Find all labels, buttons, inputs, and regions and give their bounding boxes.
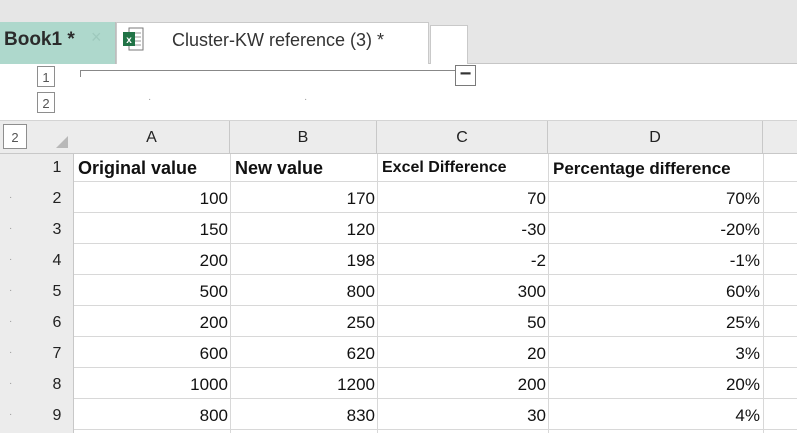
outline-dot: · — [9, 223, 13, 234]
outline-dot: · — [9, 347, 13, 358]
column-header-d[interactable]: D — [548, 121, 763, 154]
cell-c6[interactable]: 50 — [377, 313, 546, 333]
cell-c1[interactable]: Excel Difference — [382, 159, 507, 177]
row-header-6[interactable]: 6 — [40, 314, 74, 332]
tab-book1-label: Book1 * — [4, 29, 75, 50]
cell-a7[interactable]: 600 — [74, 344, 228, 364]
grid-line — [74, 336, 797, 337]
cell-c7[interactable]: 20 — [377, 344, 546, 364]
cell-c4[interactable]: -2 — [377, 251, 546, 271]
cell-d9[interactable]: 4% — [548, 406, 760, 426]
outline-dot: · — [148, 94, 152, 105]
outline-area: 1 2 − · · — [0, 64, 797, 121]
cell-c8[interactable]: 200 — [377, 375, 546, 395]
cell-a9[interactable]: 800 — [74, 406, 228, 426]
grid-line — [74, 398, 797, 399]
grid-line — [74, 367, 797, 368]
outline-dot: · — [9, 378, 13, 389]
grid-line — [74, 429, 797, 430]
cell-b5[interactable]: 800 — [230, 282, 375, 302]
group-bracket-line — [80, 70, 455, 71]
cell-b6[interactable]: 250 — [230, 313, 375, 333]
cell-d2[interactable]: 70% — [548, 189, 760, 209]
outline-level-1-button[interactable]: 1 — [37, 66, 55, 87]
cell-a1[interactable]: Original value — [78, 158, 197, 179]
svg-text:x: x — [126, 35, 132, 46]
row-outline-level-2-button[interactable]: 2 — [3, 124, 27, 149]
cell-b9[interactable]: 830 — [230, 406, 375, 426]
row-header-5[interactable]: 5 — [40, 283, 74, 301]
cell-b3[interactable]: 120 — [230, 220, 375, 240]
cell-a5[interactable]: 500 — [74, 282, 228, 302]
outline-dot: · — [9, 254, 13, 265]
row-outline-gutter — [0, 154, 40, 433]
cell-a8[interactable]: 1000 — [74, 375, 228, 395]
outline-dot: · — [9, 285, 13, 296]
grid-line — [74, 274, 797, 275]
cell-c2[interactable]: 70 — [377, 189, 546, 209]
excel-file-icon: x — [123, 27, 144, 51]
select-all-corner[interactable] — [56, 136, 68, 148]
cell-b8[interactable]: 1200 — [230, 375, 375, 395]
cell-a6[interactable]: 200 — [74, 313, 228, 333]
row-header-7[interactable]: 7 — [40, 345, 74, 363]
cell-b1[interactable]: New value — [235, 158, 323, 179]
row-header-2[interactable]: 2 — [40, 190, 74, 208]
row-header-8[interactable]: 8 — [40, 376, 74, 394]
cell-d8[interactable]: 20% — [548, 375, 760, 395]
tab-book1[interactable]: Book1 * × — [0, 22, 116, 64]
cell-a2[interactable]: 100 — [74, 189, 228, 209]
column-header-c[interactable]: C — [377, 121, 548, 154]
cell-d5[interactable]: 60% — [548, 282, 760, 302]
tab-bar: Book1 * × x Cluster-KW reference (3) * — [0, 0, 797, 64]
cell-b4[interactable]: 198 — [230, 251, 375, 271]
grid-line — [763, 154, 764, 433]
cell-c3[interactable]: -30 — [377, 220, 546, 240]
cell-d1[interactable]: Percentage difference — [553, 159, 731, 179]
outline-dot: · — [304, 94, 308, 105]
cell-a4[interactable]: 200 — [74, 251, 228, 271]
row-header-9[interactable]: 9 — [40, 407, 74, 425]
cell-d7[interactable]: 3% — [548, 344, 760, 364]
grid-line — [74, 305, 797, 306]
tab-cluster-kw-reference[interactable]: x Cluster-KW reference (3) * — [116, 22, 429, 64]
grid-line — [74, 181, 797, 182]
row-header-1[interactable]: 1 — [40, 159, 74, 177]
outline-dot: · — [9, 316, 13, 327]
cell-d6[interactable]: 25% — [548, 313, 760, 333]
outline-dot: · — [9, 409, 13, 420]
column-header-b[interactable]: B — [230, 121, 377, 154]
cell-d3[interactable]: -20% — [548, 220, 760, 240]
row-header-3[interactable]: 3 — [40, 221, 74, 239]
collapse-group-button[interactable]: − — [455, 64, 476, 86]
tab-cluster-kw-label: Cluster-KW reference (3) * — [172, 30, 385, 50]
cell-a3[interactable]: 150 — [74, 220, 228, 240]
cell-c9[interactable]: 30 — [377, 406, 546, 426]
grid-line — [74, 243, 797, 244]
cell-c5[interactable]: 300 — [377, 282, 546, 302]
cell-b7[interactable]: 620 — [230, 344, 375, 364]
outline-dot: · — [9, 192, 13, 203]
close-icon[interactable]: × — [91, 27, 102, 48]
row-header-4[interactable]: 4 — [40, 252, 74, 270]
outline-level-2-button[interactable]: 2 — [37, 92, 55, 113]
cell-d4[interactable]: -1% — [548, 251, 760, 271]
cell-b2[interactable]: 170 — [230, 189, 375, 209]
new-tab-button[interactable] — [430, 25, 468, 64]
group-bracket-tick — [80, 70, 81, 77]
grid-line — [74, 212, 797, 213]
column-header-a[interactable]: A — [74, 121, 230, 154]
